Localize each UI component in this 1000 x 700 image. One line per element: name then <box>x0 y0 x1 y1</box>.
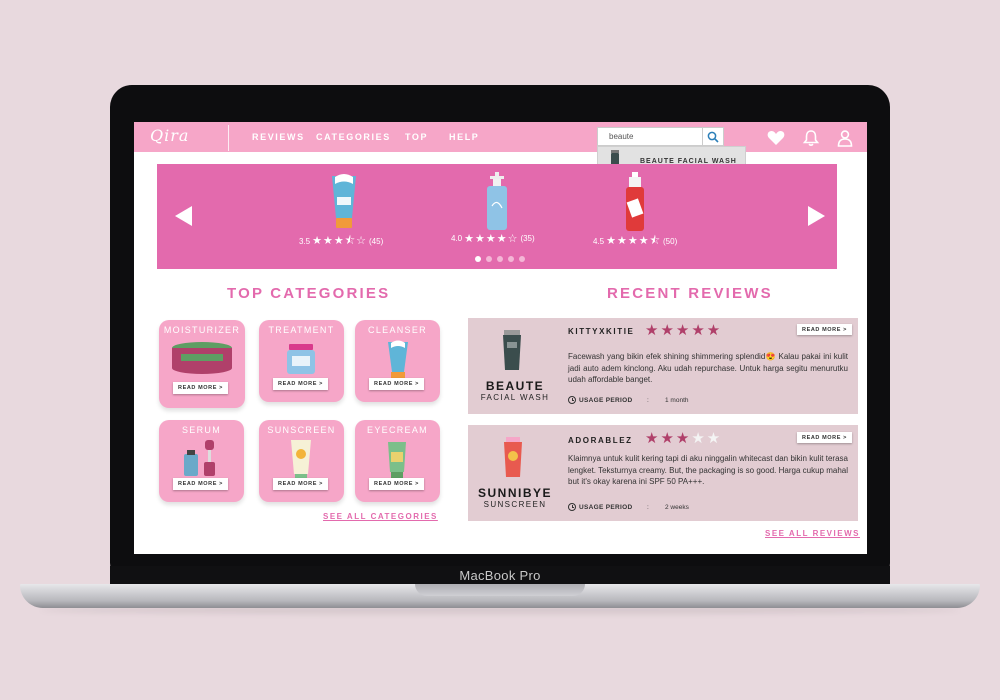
rating-stars: ★★★★⯪ <box>606 234 661 247</box>
facial-wash-product-image <box>503 330 521 370</box>
search-icon <box>707 131 719 143</box>
eyecream-tube-icon <box>388 442 406 478</box>
carousel-dot-2[interactable] <box>486 256 492 262</box>
review-card-2: SUNNIBYE SUNSCREEN ADORABLEZ ★★★★★ READ … <box>468 425 858 521</box>
review-text: Facewash yang bikin efek shining shimmer… <box>568 352 848 384</box>
treatment-jar-icon <box>287 344 315 374</box>
review-product-type: SUNSCREEN <box>483 500 547 509</box>
sunscreen-product-image <box>504 437 522 477</box>
screen: Qira REVIEWS CATEGORIES TOP HELP beaute … <box>134 122 867 554</box>
category-treatment[interactable]: TREATMENT READ MORE > <box>259 320 344 402</box>
product-tube-image[interactable] <box>327 172 361 232</box>
user-icon[interactable] <box>835 128 855 148</box>
recent-reviews-title: RECENT REVIEWS <box>607 285 773 302</box>
review-text: Klaimnya untuk kulit kering tapi di aku … <box>568 454 848 486</box>
category-cleanser[interactable]: CLEANSER READ MORE > <box>355 320 440 402</box>
cleanser-tube-icon <box>388 340 408 379</box>
review-stars: ★★★★★ <box>645 429 723 447</box>
category-eyecream[interactable]: EYECREAM READ MORE > <box>355 420 440 502</box>
category-serum[interactable]: SERUM READ MORE > <box>159 420 244 502</box>
logo[interactable]: Qira <box>150 126 189 145</box>
top-nav: Qira REVIEWS CATEGORIES TOP HELP <box>134 122 867 152</box>
nav-reviews[interactable]: REVIEWS <box>252 132 305 142</box>
carousel-dot-4[interactable] <box>508 256 514 262</box>
search-box <box>597 127 724 146</box>
carousel-dot-3[interactable] <box>497 256 503 262</box>
clock-icon <box>568 503 576 511</box>
review-username[interactable]: KITTYXKITIE <box>568 327 635 336</box>
product-pump-bottle-image[interactable] <box>483 172 511 234</box>
moisturizer-jar-icon <box>172 342 232 374</box>
category-sunscreen[interactable]: SUNSCREEN READ MORE > <box>259 420 344 502</box>
cleanser-read-more[interactable]: READ MORE > <box>369 378 424 390</box>
review-card-1: BEAUTE FACIAL WASH KITTYXKITIE ★★★★★ REA… <box>468 318 858 414</box>
carousel-dot-5[interactable] <box>519 256 525 262</box>
review-usage-period: USAGE PERIOD : 1 month <box>568 396 689 404</box>
search-button[interactable] <box>702 128 723 145</box>
product-carousel: 3.5 ★★★⯪☆ (45) 4.0 ★★★★☆ (35) 4.5 ★★★★⯪ <box>157 164 837 269</box>
review-usage-period: USAGE PERIOD : 2 weeks <box>568 503 689 511</box>
nav-divider <box>228 125 229 151</box>
laptop-notch <box>415 584 585 596</box>
nav-categories[interactable]: CATEGORIES <box>316 132 391 142</box>
nav-help[interactable]: HELP <box>449 132 479 142</box>
review-brand: BEAUTE <box>485 379 545 393</box>
category-moisturizer[interactable]: MOISTURIZER READ MORE > <box>159 320 245 408</box>
review-stars: ★★★★★ <box>645 321 723 339</box>
review-read-more[interactable]: READ MORE > <box>797 324 852 335</box>
product-1-rating: 3.5 ★★★⯪☆ (45) <box>299 232 383 251</box>
carousel-prev-arrow[interactable] <box>175 206 192 226</box>
review-read-more[interactable]: READ MORE > <box>797 432 852 443</box>
sunscreen-tube-icon <box>291 440 311 480</box>
device-label: MacBook Pro <box>459 568 541 583</box>
review-username[interactable]: ADORABLEZ <box>568 436 633 445</box>
treatment-read-more[interactable]: READ MORE > <box>273 378 328 390</box>
see-all-categories-link[interactable]: SEE ALL CATEGORIES <box>323 512 438 521</box>
clock-icon <box>568 396 576 404</box>
eyecream-read-more[interactable]: READ MORE > <box>369 478 424 490</box>
serum-bottle-icon <box>184 440 215 476</box>
sunscreen-read-more[interactable]: READ MORE > <box>273 478 328 490</box>
see-all-reviews-link[interactable]: SEE ALL REVIEWS <box>765 529 860 538</box>
review-brand: SUNNIBYE <box>477 486 552 500</box>
heart-icon[interactable] <box>766 128 786 148</box>
review-product-type: FACIAL WASH <box>480 393 550 402</box>
product-3-rating: 4.5 ★★★★⯪ (50) <box>593 232 677 251</box>
moisturizer-read-more[interactable]: READ MORE > <box>173 382 228 394</box>
rating-stars: ★★★⯪☆ <box>312 234 367 247</box>
top-categories-title: TOP CATEGORIES <box>227 285 391 302</box>
bell-icon[interactable] <box>801 128 821 148</box>
carousel-dots <box>475 256 525 262</box>
carousel-dot-1[interactable] <box>475 256 481 262</box>
rating-stars: ★★★★☆ <box>464 232 519 245</box>
product-2-rating: 4.0 ★★★★☆ (35) <box>451 232 535 245</box>
nav-top[interactable]: TOP <box>405 132 428 142</box>
carousel-next-arrow[interactable] <box>808 206 825 226</box>
product-spray-bottle-image[interactable] <box>623 172 647 234</box>
search-input[interactable] <box>598 128 702 145</box>
serum-read-more[interactable]: READ MORE > <box>173 478 228 490</box>
